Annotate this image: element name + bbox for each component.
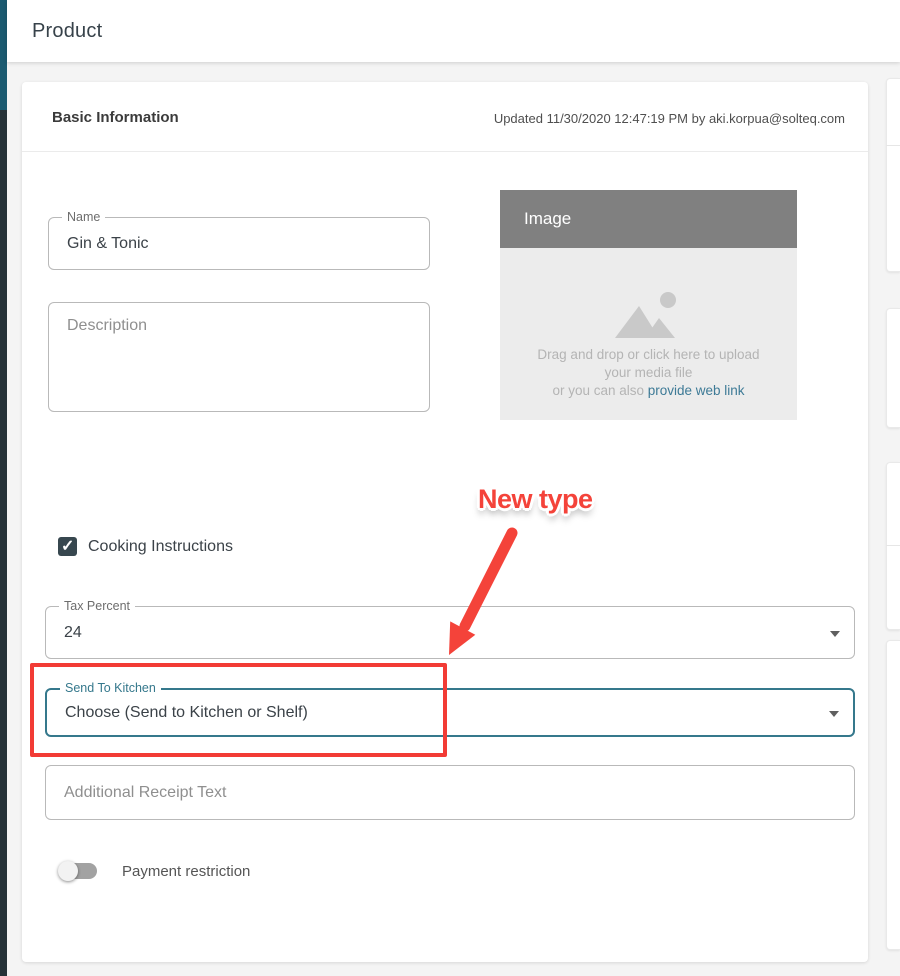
send-to-kitchen-label: Send To Kitchen (60, 681, 161, 696)
toggle-knob (58, 861, 78, 881)
side-panel-divider (886, 145, 900, 146)
description-field[interactable] (48, 302, 430, 412)
dropdown-arrow-icon (829, 711, 839, 717)
send-to-kitchen-select[interactable]: Send To Kitchen Choose (Send to Kitchen … (45, 688, 855, 737)
side-panel-card (886, 308, 900, 428)
additional-receipt-field[interactable] (45, 765, 855, 820)
tax-percent-label: Tax Percent (59, 599, 135, 614)
dropdown-arrow-icon (830, 631, 840, 637)
card-header: Basic Information Updated 11/30/2020 12:… (22, 82, 868, 152)
side-panel-divider (886, 545, 900, 546)
image-upload-dropzone[interactable]: Image Drag and drop or click here to upl… (500, 190, 797, 420)
image-panel-body[interactable]: Drag and drop or click here to upload yo… (500, 248, 797, 420)
provide-web-link[interactable]: provide web link (648, 383, 745, 398)
name-field[interactable]: Name (48, 217, 430, 270)
tax-percent-value: 24 (64, 624, 82, 642)
description-textarea[interactable] (67, 317, 411, 397)
basic-information-card: Basic Information Updated 11/30/2020 12:… (22, 82, 868, 962)
page-header: Product (7, 0, 900, 62)
payment-restriction-label: Payment restriction (122, 863, 250, 880)
updated-by-text: Updated 11/30/2020 12:47:19 PM by aki.ko… (494, 111, 845, 126)
payment-restriction-row: Payment restriction (60, 860, 250, 882)
side-panel-card (886, 462, 900, 630)
page-title: Product (32, 20, 102, 43)
upload-hint-text: Drag and drop or click here to upload yo… (500, 346, 797, 400)
cooking-instructions-label: Cooking Instructions (88, 538, 233, 556)
sidebar-active-item (0, 0, 7, 110)
payment-restriction-toggle[interactable] (60, 863, 97, 879)
image-panel-title: Image (524, 209, 571, 229)
image-panel-header: Image (500, 190, 797, 248)
check-icon: ✓ (61, 536, 74, 556)
image-placeholder-icon (613, 290, 683, 340)
name-input[interactable] (67, 218, 389, 269)
side-panel-card (886, 78, 900, 272)
section-title: Basic Information (52, 109, 179, 126)
product-page: Product Basic Information Updated 11/30/… (0, 0, 900, 976)
cooking-instructions-row: ✓ Cooking Instructions (58, 537, 233, 556)
additional-receipt-input[interactable] (64, 766, 814, 819)
cooking-instructions-checkbox[interactable]: ✓ (58, 537, 77, 556)
tax-percent-select[interactable]: Tax Percent 24 (45, 606, 855, 659)
sidebar-edge (0, 0, 7, 976)
side-panel-card (886, 640, 900, 950)
send-to-kitchen-value: Choose (Send to Kitchen or Shelf) (65, 704, 308, 722)
